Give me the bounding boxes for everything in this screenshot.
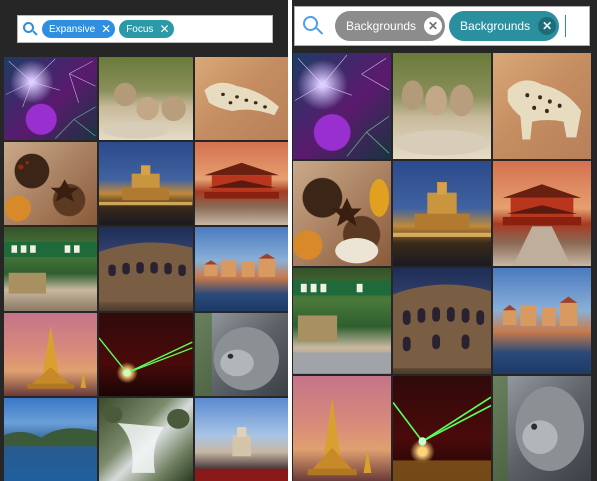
image-tile-colosseum[interactable] — [393, 268, 491, 374]
tag-chip-expansive[interactable]: Expansive ✕ — [42, 20, 116, 38]
image-tile-spices[interactable] — [4, 142, 98, 226]
close-icon[interactable]: ✕ — [101, 23, 111, 35]
image-grid — [4, 57, 288, 481]
image-tile-pagoda[interactable] — [4, 312, 98, 396]
tag-chip-label: Expansive — [49, 23, 96, 35]
tag-chip-backgrounds[interactable]: Backgrounds ✕ — [335, 11, 446, 41]
image-tile-palace[interactable] — [194, 142, 288, 226]
search-bar[interactable]: Expansive ✕ Focus ✕ — [17, 15, 273, 43]
close-icon[interactable]: ✕ — [159, 23, 169, 35]
text-cursor — [565, 15, 567, 37]
image-tile-leopard[interactable] — [194, 57, 288, 141]
right-screen: Backgrounds ✕ Backgrounds ✕ — [292, 0, 597, 481]
image-tile-fireworks[interactable] — [4, 57, 98, 141]
close-icon[interactable]: ✕ — [538, 17, 557, 35]
image-tile-spices[interactable] — [293, 160, 391, 266]
tag-chip-focus[interactable]: Focus ✕ — [119, 20, 174, 38]
image-tile-castle[interactable] — [393, 160, 491, 266]
image-grid — [293, 53, 591, 481]
image-tile-leopard[interactable] — [493, 53, 591, 159]
image-tile-lion[interactable] — [493, 375, 591, 481]
tag-chip-label: Focus — [126, 23, 154, 35]
image-tile-fireworks[interactable] — [293, 53, 391, 159]
image-tile-cheetahs[interactable] — [393, 53, 491, 159]
image-tile-harbor[interactable] — [194, 227, 288, 311]
image-tile-palace[interactable] — [493, 160, 591, 266]
image-tile-laser[interactable] — [393, 375, 491, 481]
image-tile-lion[interactable] — [194, 312, 288, 396]
image-tile-beach[interactable] — [194, 397, 288, 481]
image-tile-street[interactable] — [4, 227, 98, 311]
image-tile-castle[interactable] — [99, 142, 193, 226]
image-tile-laser[interactable] — [99, 312, 193, 396]
image-tile-harbor[interactable] — [493, 268, 591, 374]
tag-chip-label: Backgrounds — [346, 19, 417, 33]
image-tile-waterfall[interactable] — [99, 397, 193, 481]
close-icon[interactable]: ✕ — [424, 17, 443, 35]
left-screen: Expansive ✕ Focus ✕ — [0, 0, 288, 481]
image-tile-pagoda[interactable] — [293, 375, 391, 481]
image-tile-colosseum[interactable] — [99, 227, 193, 311]
image-tile-cheetahs[interactable] — [99, 57, 193, 141]
tag-chip-backgrounds-selected[interactable]: Backgrounds ✕ — [449, 11, 560, 41]
tag-chip-label: Backgrounds — [460, 19, 531, 33]
search-icon — [23, 22, 38, 36]
search-bar[interactable]: Backgrounds ✕ Backgrounds ✕ — [294, 6, 590, 46]
image-tile-street[interactable] — [293, 268, 391, 374]
search-icon — [303, 16, 325, 36]
image-tile-lake[interactable] — [4, 397, 98, 481]
